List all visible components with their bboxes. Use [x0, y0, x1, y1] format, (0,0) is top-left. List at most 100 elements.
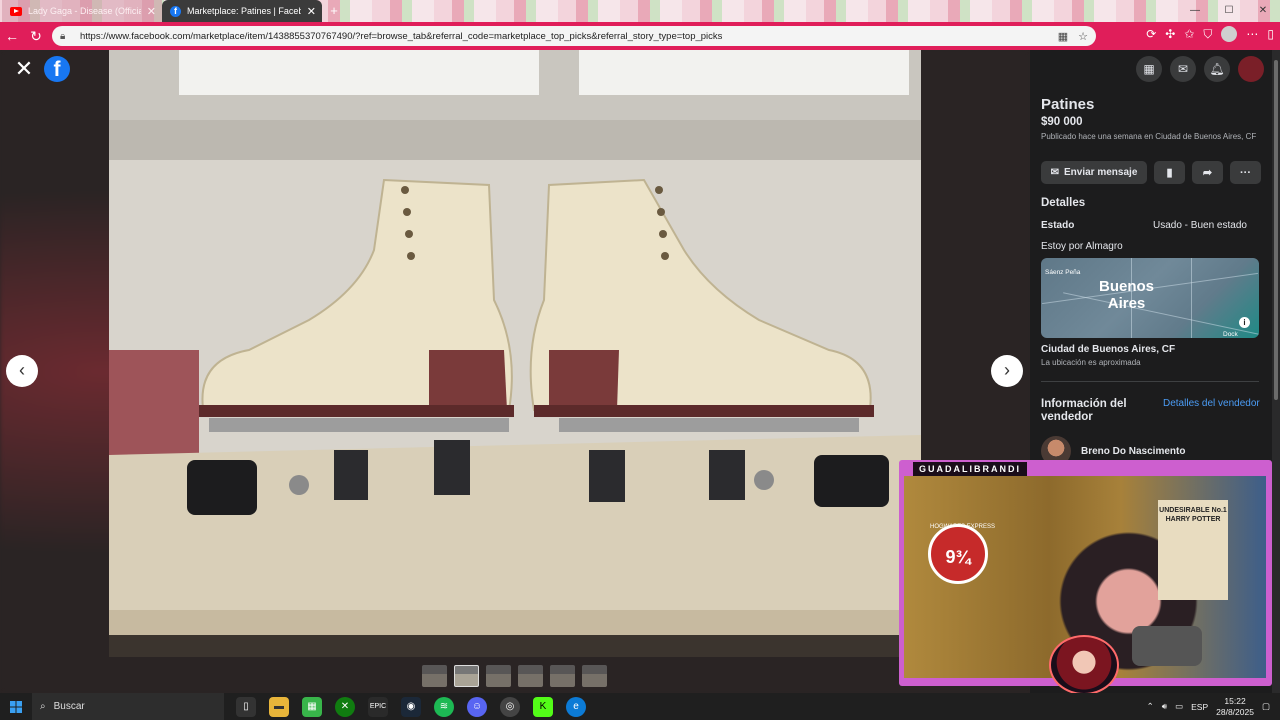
close-tab-icon[interactable]: ✕ [147, 5, 156, 18]
obs-icon[interactable]: ◎ [500, 696, 520, 717]
notifications-bell-icon[interactable]: 🔔︎ [1204, 56, 1230, 82]
more-dots-icon: ··· [1240, 166, 1251, 179]
discord-icon[interactable]: ☺ [467, 696, 487, 717]
network-icon[interactable]: ▭ [1175, 701, 1183, 712]
more-options-button[interactable]: ··· [1230, 161, 1261, 184]
close-window-button[interactable]: ✕ [1246, 0, 1280, 22]
tray-chevron-icon[interactable]: ⌃ [1147, 701, 1154, 712]
url-field[interactable]: 🔒︎ https://www.facebook.com/marketplace/… [52, 26, 1096, 46]
details-heading: Detalles [1041, 197, 1086, 209]
map-dock-label: Dock [1223, 331, 1238, 338]
location-map[interactable]: Sáenz Peña Buenos Aires Dock i [1041, 258, 1259, 338]
epic-games-icon[interactable]: EPIC [368, 696, 388, 717]
favorite-star-icon[interactable]: ☆ [1078, 30, 1088, 43]
next-photo-button[interactable]: › [991, 355, 1023, 387]
maximize-button[interactable]: ☐ [1212, 0, 1246, 22]
streamer-name-plate: GUADALIBRANDI [913, 462, 1027, 476]
messenger-icon: ✉ [1050, 167, 1059, 178]
share-arrow-icon: ➦ [1202, 167, 1213, 179]
clock-date: 28/8/2025 [1216, 706, 1254, 717]
xbox-icon[interactable]: ✕ [335, 696, 355, 717]
windows-logo-icon [10, 700, 22, 713]
browser-tab-strip: Lady Gaga - Disease (Officia ✕ f Marketp… [0, 0, 1280, 22]
tab-marketplace[interactable]: f Marketplace: Patines | Facebook ✕ [162, 0, 322, 22]
map-city-label: Buenos Aires [1099, 278, 1155, 312]
photo-thumbnail[interactable] [550, 665, 575, 687]
messenger-icon[interactable]: ✉ [1170, 56, 1196, 82]
close-tab-icon[interactable]: ✕ [307, 5, 316, 18]
photo-thumbnail[interactable] [486, 665, 511, 687]
browser-toolbar: ⟳ ✣ ✩ ⛉ ⋯ ▯ [1146, 26, 1274, 42]
tab-title: Lady Gaga - Disease (Officia [28, 6, 141, 16]
listing-posted-info: Publicado hace una semana en Ciudad de B… [1041, 132, 1257, 141]
more-menu-icon[interactable]: ⋯ [1246, 27, 1258, 41]
spotify-icon[interactable]: ≋ [434, 696, 454, 717]
minecraft-icon[interactable]: ▦ [302, 696, 322, 717]
reader-view-icon[interactable]: ▦ [1058, 30, 1068, 43]
seller-details-link[interactable]: Detalles del vendedor [1163, 398, 1260, 409]
photo-thumbnail[interactable] [518, 665, 543, 687]
photo-thumbnail[interactable] [422, 665, 447, 687]
bookmark-icon: ▮ [1166, 167, 1173, 179]
back-button[interactable]: ← [0, 28, 24, 44]
windows-taskbar: ⌕ Buscar ▯ ▬ ▦ ✕ EPIC ◉ ≋ ☺ ◎ K e ⌃ 🔊︎ ▭… [0, 693, 1280, 720]
facebook-icon: f [170, 5, 181, 17]
taskbar-clock[interactable]: 15:22 28/8/2025 [1216, 696, 1254, 718]
kick-icon[interactable]: K [533, 696, 553, 717]
system-tray: ⌃ 🔊︎ ▭ ESP 15:22 28/8/2025 ▢ [1147, 693, 1280, 720]
platform-sign: 9¾ [928, 524, 988, 584]
sync-icon[interactable]: ⟳ [1146, 27, 1156, 41]
facebook-logo[interactable]: f [44, 56, 70, 82]
previous-photo-button[interactable]: ‹ [6, 355, 38, 387]
save-button[interactable]: ▮ [1154, 161, 1185, 184]
favorites-icon[interactable]: ✩ [1184, 27, 1194, 41]
listing-price: $90 000 [1041, 116, 1083, 128]
streamer-avatar-badge [1049, 635, 1119, 695]
sidebar-toggle-icon[interactable]: ▯ [1267, 27, 1274, 41]
shield-icon[interactable]: ⛉ [1203, 27, 1212, 42]
photo-thumbnail[interactable] [582, 665, 607, 687]
send-message-button[interactable]: ✉ Enviar mensaje [1041, 161, 1147, 184]
divider [1041, 381, 1259, 382]
profile-avatar[interactable] [1221, 26, 1238, 42]
listing-location: Ciudad de Buenos Aires, CF [1041, 344, 1176, 355]
youtube-icon [10, 6, 22, 16]
start-button[interactable] [0, 693, 32, 720]
seller-name[interactable]: Breno Do Nascimento [1081, 446, 1185, 457]
task-view-icon[interactable]: ▯ [236, 696, 256, 717]
undesirable-poster: UNDESIRABLE No.1 HARRY POTTER [1158, 500, 1228, 600]
map-neighborhood-label: Sáenz Peña [1045, 269, 1081, 276]
address-bar-row: ← ↻ 🔒︎ https://www.facebook.com/marketpl… [0, 22, 1280, 50]
close-viewer-button[interactable]: ✕ [12, 58, 36, 82]
file-explorer-icon[interactable]: ▬ [269, 696, 289, 717]
refresh-button[interactable]: ↻ [24, 28, 48, 45]
panel-scrollbar[interactable] [1272, 50, 1280, 693]
listing-title: Patines [1041, 96, 1095, 113]
taskbar-search[interactable]: ⌕ Buscar [32, 693, 224, 720]
steam-icon[interactable]: ◉ [401, 696, 421, 717]
tab-youtube[interactable]: Lady Gaga - Disease (Officia ✕ [2, 0, 162, 22]
map-info-icon[interactable]: i [1239, 317, 1250, 328]
extension-icon[interactable]: ✣ [1165, 27, 1175, 41]
lock-icon[interactable]: 🔒︎ [60, 31, 72, 42]
menu-grid-icon[interactable]: ▦ [1136, 56, 1162, 82]
window-controls: — ☐ ✕ [1178, 0, 1280, 22]
url-text: https://www.facebook.com/marketplace/ite… [80, 30, 723, 42]
search-label: Buscar [53, 701, 85, 712]
account-avatar[interactable] [1238, 56, 1264, 82]
seller-info-heading: Información del vendedor [1041, 398, 1127, 423]
volume-icon[interactable]: 🔊︎ [1162, 701, 1167, 712]
listing-description: Estoy por Almagro [1041, 241, 1123, 252]
share-button[interactable]: ➦ [1192, 161, 1223, 184]
new-tab-button[interactable]: + [326, 3, 342, 19]
input-language[interactable]: ESP [1191, 702, 1208, 712]
notifications-icon[interactable]: ▢ [1262, 701, 1270, 712]
photo-thumbnail-current[interactable] [454, 665, 479, 687]
listing-photo[interactable] [109, 50, 921, 657]
edge-browser-icon[interactable]: e [566, 696, 586, 717]
send-message-label: Enviar mensaje [1064, 167, 1138, 178]
minimize-button[interactable]: — [1178, 0, 1212, 22]
taskbar-apps: ▯ ▬ ▦ ✕ EPIC ◉ ≋ ☺ ◎ K e [236, 696, 586, 717]
clock-time: 15:22 [1224, 695, 1246, 706]
search-icon: ⌕ [40, 701, 46, 712]
